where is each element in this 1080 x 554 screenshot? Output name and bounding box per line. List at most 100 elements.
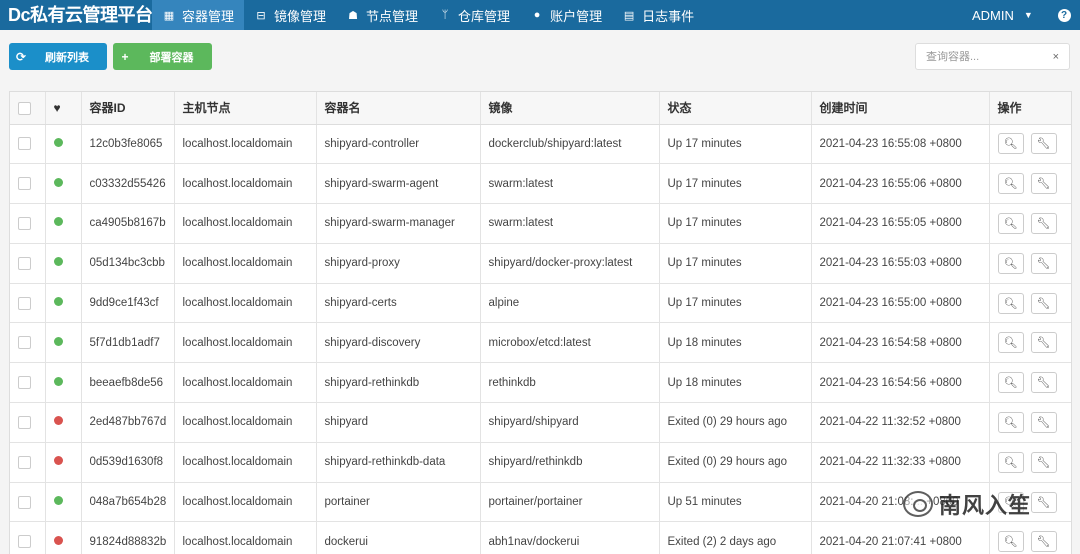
manage-button[interactable]: 🔧︎ (1030, 292, 1057, 314)
help-button[interactable]: ? (1048, 0, 1080, 30)
table-row[interactable]: 9dd9ce1f43cf localhost.localdomain shipyar… (10, 283, 1071, 324)
container-id[interactable]: 12c0b3fe8065 (81, 124, 175, 165)
manage-button[interactable]: 🔧︎ (1030, 372, 1057, 394)
brand-title[interactable]: Dc私有云管理平台 (0, 0, 153, 30)
manage-button[interactable]: 🔧︎ (1030, 252, 1057, 274)
row-select-cell[interactable] (10, 362, 46, 404)
nav-item-0[interactable]: ▦ 容器管理 (152, 0, 245, 30)
refresh-list-button[interactable]: ⟳ 刷新列表 (9, 43, 107, 70)
container-id[interactable]: beeaefb8de56 (81, 362, 175, 404)
row-checkbox[interactable] (18, 376, 31, 390)
col-header-id[interactable]: 容器ID (81, 92, 175, 125)
row-checkbox[interactable] (18, 535, 31, 549)
manage-button[interactable]: 🔧︎ (1030, 212, 1057, 234)
inspect-button[interactable]: 🔍︎ (997, 133, 1024, 155)
image-name: shipyard/shipyard (480, 402, 660, 443)
col-header-status[interactable]: 状态 (659, 92, 812, 125)
row-select-cell[interactable] (10, 402, 46, 443)
row-select-cell[interactable] (10, 163, 46, 205)
container-id[interactable]: 0d539d1630f8 (81, 442, 175, 483)
manage-button[interactable]: 🔧︎ (1030, 173, 1057, 195)
nav-item-label: 容器管理 (182, 8, 235, 24)
manage-button[interactable]: 🔧︎ (1030, 332, 1057, 354)
row-select-cell[interactable] (10, 521, 46, 554)
row-checkbox[interactable] (18, 296, 31, 310)
nav-item-1[interactable]: ⊟ 镜像管理 (244, 0, 336, 30)
table-row[interactable]: ca4905b8167b localhost.localdomain shipyar… (10, 203, 1071, 244)
col-header-created[interactable]: 创建时间 (811, 92, 990, 125)
container-id[interactable]: 91824d88832b (81, 521, 175, 554)
manage-button[interactable]: 🔧︎ (1030, 451, 1057, 473)
health-cell (45, 163, 82, 205)
row-select-cell[interactable] (10, 283, 46, 324)
deploy-container-button[interactable]: + 部署容器 (113, 43, 212, 70)
nav-item-3[interactable]: ᛘ 仓库管理 (428, 0, 520, 30)
status-dot-icon (53, 217, 63, 227)
table-row[interactable]: 5f7d1db1adf7 localhost.localdomain shipyar… (10, 322, 1071, 364)
container-id[interactable]: 05d134bc3cbb (81, 243, 175, 284)
health-cell (45, 362, 82, 404)
inspect-button[interactable]: 🔍︎ (997, 332, 1024, 354)
status-dot-icon (53, 496, 63, 506)
select-all-header[interactable] (10, 92, 46, 125)
row-select-cell[interactable] (10, 482, 46, 523)
inspect-button[interactable]: 🔍︎ (997, 451, 1024, 473)
manage-button[interactable]: 🔧︎ (1030, 531, 1057, 553)
table-row[interactable]: beeaefb8de56 localhost.localdomain shipyar… (10, 362, 1071, 404)
inspect-button[interactable]: 🔍︎ (997, 292, 1024, 314)
table-row[interactable]: c03332d55426 localhost.localdomain shipyar… (10, 163, 1071, 205)
table-row[interactable]: 05d134bc3cbb localhost.localdomain shipyar… (10, 243, 1071, 284)
health-cell (45, 203, 82, 244)
inspect-button[interactable]: 🔍︎ (997, 173, 1024, 195)
clear-search-icon[interactable]: × (1053, 51, 1059, 63)
table-row[interactable]: 12c0b3fe8065 localhost.localdomain shipyar… (10, 124, 1071, 165)
row-checkbox[interactable] (18, 455, 31, 469)
created-time: 2021-04-23 16:55:05 +0800 (811, 203, 990, 244)
container-id[interactable]: 9dd9ce1f43cf (81, 283, 175, 324)
nav-item-4[interactable]: ● 账户管理 (520, 0, 612, 30)
table-row[interactable]: 0d539d1630f8 localhost.localdomain shipyar… (10, 442, 1071, 483)
container-id[interactable]: c03332d55426 (81, 163, 175, 205)
table-row[interactable]: 91824d88832b localhost.localdomain dockeru… (10, 521, 1071, 554)
col-header-name[interactable]: 容器名 (316, 92, 481, 125)
row-select-cell[interactable] (10, 442, 46, 483)
col-header-image[interactable]: 镜像 (480, 92, 660, 125)
status-dot-icon (53, 137, 63, 147)
manage-button[interactable]: 🔧︎ (1030, 411, 1057, 433)
row-select-cell[interactable] (10, 243, 46, 284)
container-id[interactable]: 5f7d1db1adf7 (81, 322, 175, 364)
nav-item-2[interactable]: ☗ 节点管理 (336, 0, 428, 30)
container-name: shipyard-discovery (316, 322, 481, 364)
row-checkbox[interactable] (18, 177, 31, 191)
inspect-button[interactable]: 🔍︎ (997, 531, 1024, 553)
watermark-text: 南风入笙 (939, 493, 1032, 518)
row-checkbox[interactable] (18, 137, 31, 151)
inspect-button[interactable]: 🔍︎ (997, 252, 1024, 274)
table-row[interactable]: 2ed487bb767d localhost.localdomain shipyar… (10, 402, 1071, 443)
search-input[interactable] (926, 50, 1046, 63)
row-select-cell[interactable] (10, 203, 46, 244)
row-checkbox[interactable] (18, 336, 31, 350)
inspect-button[interactable]: 🔍︎ (997, 212, 1024, 234)
manage-button[interactable]: 🔧︎ (1030, 133, 1057, 155)
row-checkbox[interactable] (18, 495, 31, 509)
col-header-node[interactable]: 主机节点 (174, 92, 317, 125)
inspect-button[interactable]: 🔍︎ (997, 411, 1024, 433)
container-name: portainer (316, 482, 481, 523)
inspect-button[interactable]: 🔍︎ (997, 372, 1024, 394)
status-dot-icon (53, 416, 63, 426)
nav-item-label: 节点管理 (366, 8, 419, 24)
row-select-cell[interactable] (10, 124, 46, 165)
nav-item-5[interactable]: ▤ 日志事件 (612, 0, 704, 30)
wrench-icon: 🔧︎ (1036, 178, 1051, 191)
row-select-cell[interactable] (10, 322, 46, 364)
manage-button[interactable]: 🔧︎ (1030, 491, 1057, 513)
container-id[interactable]: 2ed487bb767d (81, 402, 175, 443)
row-checkbox[interactable] (18, 216, 31, 230)
user-menu[interactable]: ADMIN ▼ (960, 0, 1048, 30)
row-checkbox[interactable] (18, 256, 31, 270)
select-all-checkbox[interactable] (18, 101, 31, 115)
container-id[interactable]: 048a7b654b28 (81, 482, 175, 523)
row-checkbox[interactable] (18, 415, 31, 429)
container-id[interactable]: ca4905b8167b (81, 203, 175, 244)
